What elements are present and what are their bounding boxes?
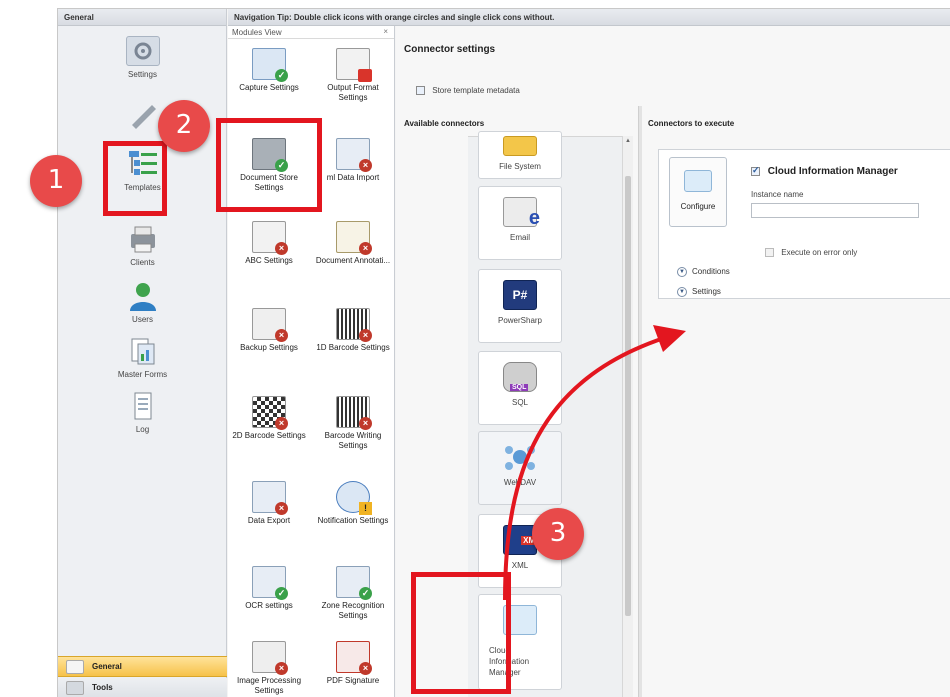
callout-step-2: 2 <box>158 100 210 152</box>
callout-step-3: 3 <box>532 508 584 560</box>
callout-step-1: 1 <box>30 155 82 207</box>
drag-arrow <box>503 325 686 601</box>
